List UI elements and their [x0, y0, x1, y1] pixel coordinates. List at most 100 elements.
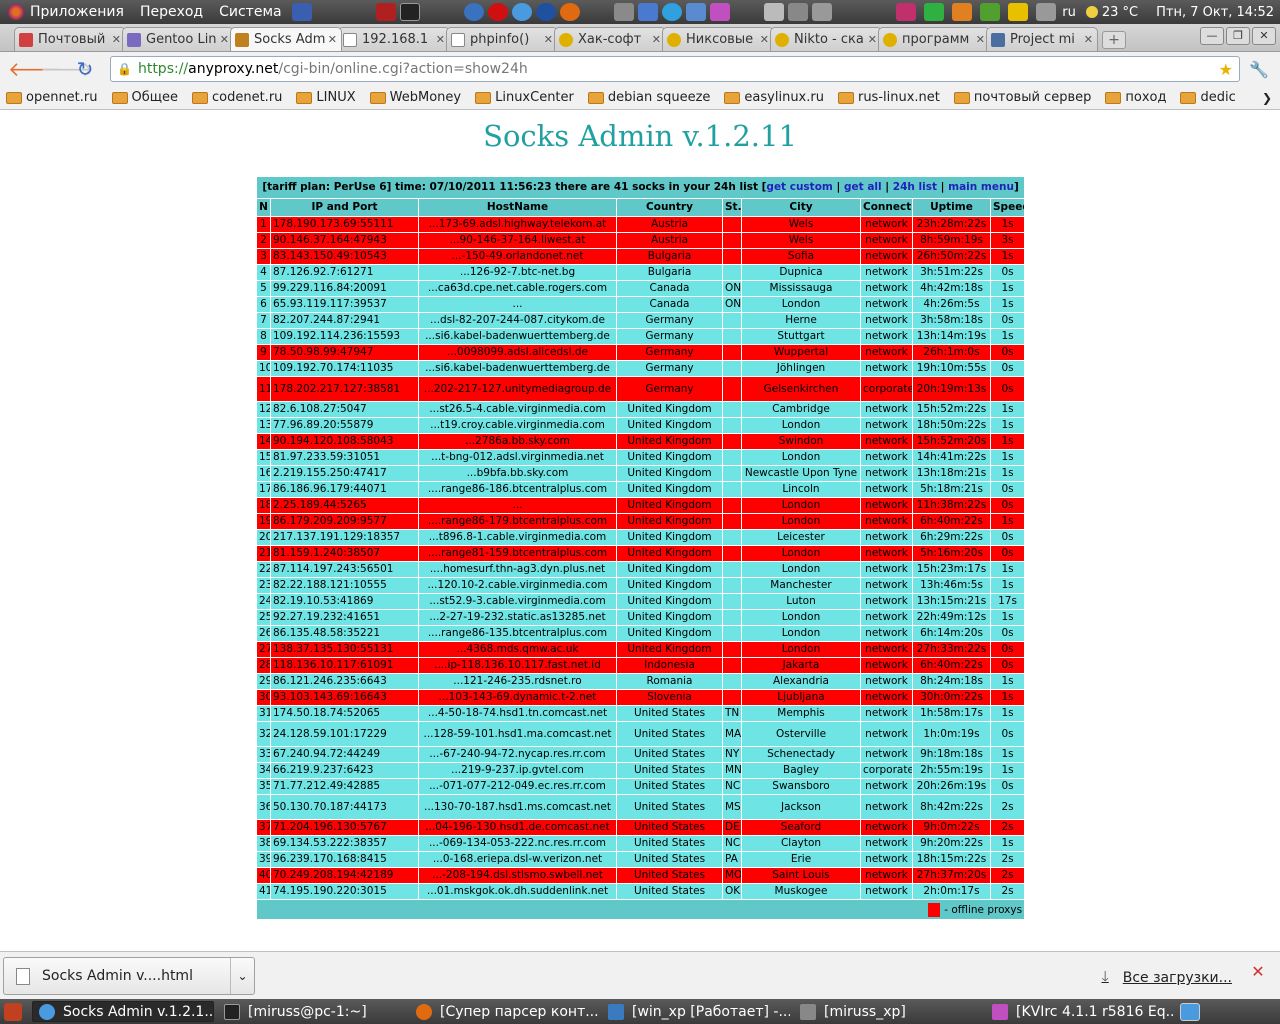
- wrench-menu-icon[interactable]: 🔧: [1246, 60, 1272, 79]
- applications-menu[interactable]: Приложения: [0, 4, 132, 20]
- cell-state: DE: [722, 819, 742, 836]
- terminal-launcher-icon[interactable]: [375, 3, 396, 21]
- bookmark-rus-linux[interactable]: rus-linux.net: [837, 90, 940, 105]
- reload-icon[interactable]: ↻: [72, 56, 98, 82]
- tray-update-icon[interactable]: [980, 3, 1001, 21]
- terminal-launcher-icon-2[interactable]: [399, 3, 420, 21]
- weather-temp[interactable]: 23 °C: [1102, 5, 1138, 20]
- cell-city: Leicester: [741, 529, 861, 546]
- cell-hostname: ...2786a.bb.sky.com: [418, 433, 617, 450]
- im-launcher-icon[interactable]: [613, 3, 634, 21]
- globe-launcher-icon[interactable]: [535, 3, 556, 21]
- bookmark-opennet[interactable]: opennet.ru: [6, 90, 98, 105]
- cell-uptime: 9h:20m:22s: [912, 835, 991, 852]
- tab-close-icon[interactable]: ✕: [436, 33, 445, 46]
- kvirc-launcher-icon[interactable]: [463, 3, 484, 21]
- get-custom-link[interactable]: get custom: [766, 181, 832, 193]
- task-terminal[interactable]: [miruss@pc-1:~]: [218, 1001, 406, 1022]
- radiation-favicon-icon: [775, 32, 789, 47]
- clock[interactable]: Птн, 7 Окт, 14:52: [1156, 5, 1274, 20]
- cell-n: 12: [256, 401, 271, 418]
- tab-socks-admin[interactable]: Socks Adm ✕: [230, 27, 342, 51]
- download-item[interactable]: Socks Admin v....html ⌄: [3, 957, 255, 995]
- bookmark-hike[interactable]: поход: [1105, 90, 1166, 105]
- tab-nix[interactable]: Никсовые ✕: [662, 27, 774, 51]
- download-menu-chevron-icon[interactable]: ⌄: [230, 958, 254, 994]
- tray-chat-icon[interactable]: [1036, 3, 1057, 21]
- workspace-switcher-icon[interactable]: [1180, 1002, 1200, 1021]
- cell-country: United States: [616, 746, 723, 763]
- tab-phpinfo[interactable]: phpinfo() ✕: [446, 27, 558, 51]
- close-shelf-icon[interactable]: ✕: [1250, 964, 1266, 980]
- tab-programs[interactable]: программ ✕: [878, 27, 990, 51]
- notes-launcher-icon[interactable]: [291, 3, 312, 21]
- maximize-icon[interactable]: ❐: [1226, 27, 1250, 45]
- skype-launcher-icon[interactable]: [661, 3, 682, 21]
- cell-ip-port: 67.240.94.72:44249: [270, 746, 419, 763]
- cell-connect: network: [860, 449, 913, 466]
- cell-connect: network: [860, 465, 913, 482]
- tab-router[interactable]: 192.168.1 ✕: [338, 27, 450, 51]
- task-kvirc[interactable]: [KVIrc 4.1.1 r5816 Eq...: [986, 1001, 1174, 1022]
- places-menu[interactable]: Переход: [132, 4, 211, 20]
- bookmark-dedic[interactable]: dedic: [1180, 90, 1236, 105]
- close-window-icon[interactable]: ✕: [1252, 27, 1276, 45]
- app-launcher-icon[interactable]: [709, 3, 730, 21]
- bookmark-webmoney[interactable]: WebMoney: [369, 90, 461, 105]
- all-downloads-link[interactable]: 🡓 Все загрузки...: [1101, 966, 1232, 990]
- main-menu-link[interactable]: main menu: [948, 181, 1014, 193]
- tray-app-icon[interactable]: [896, 3, 917, 21]
- tab-close-icon[interactable]: ✕: [976, 33, 985, 46]
- bookmark-general[interactable]: Общее: [111, 90, 178, 105]
- opera-launcher-icon[interactable]: [487, 3, 508, 21]
- cell-ip-port: 65.93.119.117:39537: [270, 296, 419, 313]
- bookmark-linuxcenter[interactable]: LinuxCenter: [475, 90, 574, 105]
- tab-close-icon[interactable]: ✕: [328, 33, 337, 46]
- bookmark-mail-server[interactable]: почтовый сервер: [953, 90, 1091, 105]
- tab-close-icon[interactable]: ✕: [544, 33, 553, 46]
- new-tab-button[interactable]: +: [1102, 31, 1126, 49]
- address-bar[interactable]: 🔒 https://anyproxy.net/cgi-bin/online.cg…: [110, 56, 1240, 82]
- tab-mail[interactable]: Почтовый ✕: [14, 27, 126, 51]
- tab-nikto[interactable]: Nikto - ска ✕: [770, 27, 882, 51]
- get-all-link[interactable]: get all: [844, 181, 882, 193]
- bookmarks-overflow-icon[interactable]: ❯: [1262, 91, 1272, 105]
- monitor-icon[interactable]: [763, 3, 784, 21]
- tray-basket-icon[interactable]: [952, 3, 973, 21]
- minimize-icon[interactable]: —: [1200, 27, 1224, 45]
- volume-icon[interactable]: [811, 3, 832, 21]
- firefox-launcher-icon[interactable]: [559, 3, 580, 21]
- chrome-launcher-icon[interactable]: [511, 3, 532, 21]
- tab-project[interactable]: Project mi ✕: [986, 27, 1098, 51]
- back-icon[interactable]: 🡐: [8, 56, 62, 82]
- 24h-list-link[interactable]: 24h list: [893, 181, 937, 193]
- task-rdesktop[interactable]: [miruss_xp]: [794, 1001, 982, 1022]
- bookmark-star-icon[interactable]: ★: [1219, 60, 1233, 79]
- tab-gentoo[interactable]: Gentoo Lin ✕: [122, 27, 234, 51]
- tray-star-icon[interactable]: [1008, 3, 1029, 21]
- tab-close-icon[interactable]: ✕: [652, 33, 661, 46]
- tab-close-icon[interactable]: ✕: [868, 33, 877, 46]
- tab-close-icon[interactable]: ✕: [1084, 33, 1093, 46]
- bookmark-codenet[interactable]: codenet.ru: [192, 90, 282, 105]
- tab-hack-soft[interactable]: Хак-софт ✕: [554, 27, 666, 51]
- forward-icon[interactable]: 🡒: [40, 56, 94, 82]
- network-icon[interactable]: [787, 3, 808, 21]
- cell-connect: network: [860, 625, 913, 642]
- system-menu[interactable]: Система: [211, 4, 289, 20]
- cell-connect: network: [860, 609, 913, 626]
- tab-close-icon[interactable]: ✕: [220, 33, 229, 46]
- bookmark-linux[interactable]: LINUX: [296, 90, 356, 105]
- tab-close-icon[interactable]: ✕: [760, 33, 769, 46]
- show-desktop-icon[interactable]: [4, 1002, 22, 1021]
- tab-close-icon[interactable]: ✕: [112, 33, 121, 46]
- bookmark-easylinux[interactable]: easylinux.ru: [724, 90, 824, 105]
- mail-launcher-icon[interactable]: [685, 3, 706, 21]
- keyboard-layout[interactable]: ru: [1062, 5, 1076, 20]
- tray-check-icon[interactable]: [924, 3, 945, 21]
- task-virtualbox[interactable]: [win_xp [Работает] -...: [602, 1001, 790, 1022]
- task-socks-admin[interactable]: Socks Admin v.1.2.1...: [32, 1001, 214, 1022]
- bookmark-debian[interactable]: debian squeeze: [587, 90, 710, 105]
- psi-launcher-icon[interactable]: [637, 3, 658, 21]
- task-parser[interactable]: [Супер парсер конт...: [410, 1001, 598, 1022]
